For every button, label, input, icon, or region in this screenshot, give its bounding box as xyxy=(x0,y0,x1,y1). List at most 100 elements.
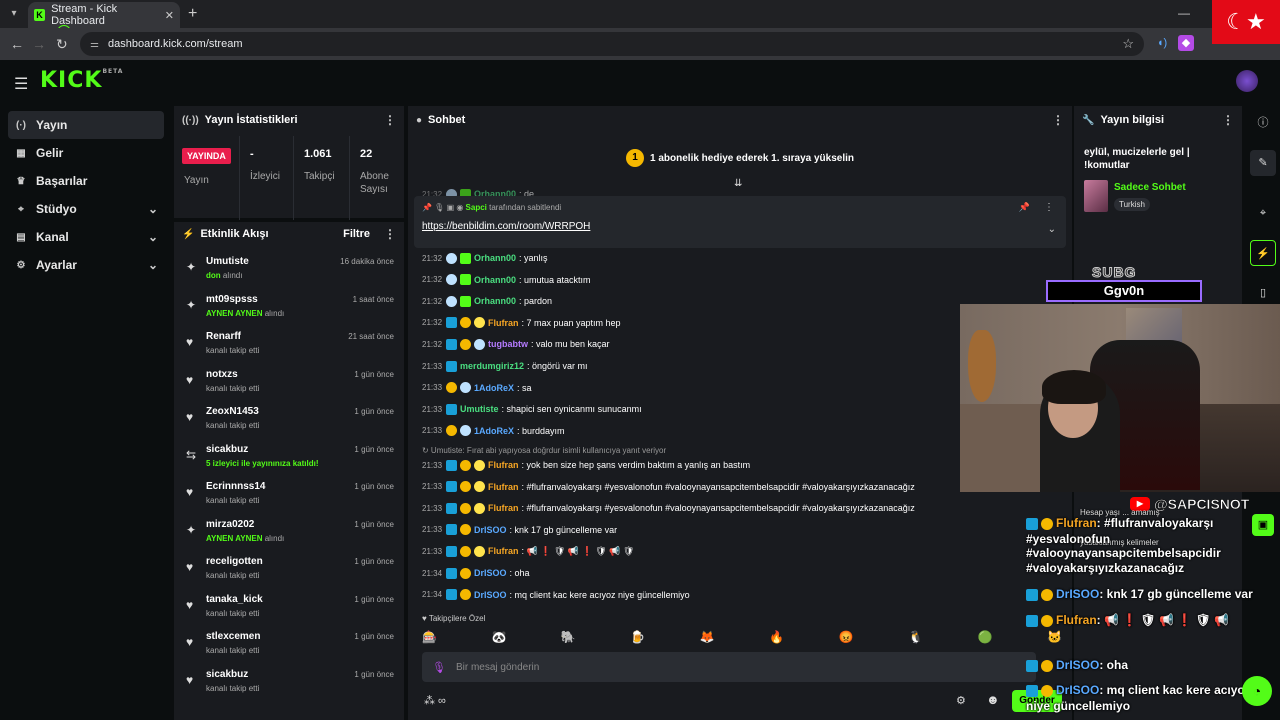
scroll-down-icon[interactable]: ⇊ xyxy=(734,178,742,189)
chat-username[interactable]: DrISOO xyxy=(474,525,507,535)
overlay-chat-line: DrISOO: knk 17 gb güncelleme var xyxy=(1026,587,1253,601)
chat-message[interactable]: 21:33 Umutiste: shapici sen oynicanmı sun… xyxy=(422,401,642,417)
emote-icon[interactable]: 🎰 xyxy=(422,630,437,646)
pinned-link[interactable]: https://benbildim.com/room/WRRPOH xyxy=(422,221,590,232)
emote-icon[interactable]: 🔥 xyxy=(769,630,784,646)
chat-message[interactable]: 21:32 Orhann00: pardon xyxy=(422,293,552,309)
chat-message[interactable]: 21:34 DrISOO: mq client kac kere acıyoz n… xyxy=(422,587,690,603)
document-icon[interactable]: ▯ xyxy=(1250,280,1276,306)
chat-username[interactable]: Flufran xyxy=(488,460,519,470)
activity-item[interactable]: ♥ notxzs kanalı takip etti 1 gün önce xyxy=(174,363,404,400)
activity-item[interactable]: ♥ Ecrinnnss14 kanalı takip etti 1 gün önce xyxy=(174,475,404,512)
edit-icon[interactable]: ✎ xyxy=(1250,150,1276,176)
activity-item[interactable]: ♥ tanaka_kick kanalı takip etti 1 gün önce xyxy=(174,588,404,625)
chat-username[interactable]: 1AdoReX xyxy=(474,383,514,393)
nav-item-yayin[interactable]: (·) Yayın xyxy=(8,111,164,139)
nav-item-ayarlar[interactable]: ⚙ Ayarlar ⌄ xyxy=(8,251,164,279)
reload-icon[interactable]: ↻ xyxy=(56,36,68,53)
emote-icon[interactable]: 🦊 xyxy=(700,630,715,646)
activity-item[interactable]: ♥ sicakbuz kanalı takip etti 1 gün önce xyxy=(174,663,404,700)
chat-message[interactable]: 21:33 Flufran: 📢 ❗ 🛡 📢 ❗ 🛡 📢 🛡 xyxy=(422,543,634,559)
emote-icon[interactable]: 🐧 xyxy=(908,630,923,646)
activity-item[interactable]: ✦ mirza0202 AYNEN AYNEN alındı 1 gün önce xyxy=(174,513,404,550)
tab-search-icon[interactable]: ▾ xyxy=(6,6,22,22)
chat-username[interactable]: DrISOO xyxy=(474,590,507,600)
chat-message[interactable]: 21:33 Flufran: #flufranvaloyakarşı #yesva… xyxy=(422,479,915,495)
chat-message[interactable]: 21:32 tugbabtw: valo mu ben kaçar xyxy=(422,336,610,352)
activity-item[interactable]: ♥ receligotten kanalı takip etti 1 gün önce xyxy=(174,550,404,587)
pin-icon[interactable]: 📌 xyxy=(1019,202,1030,213)
activity-item[interactable]: ✦ mt09spsss AYNEN AYNEN alındı 1 saat önce xyxy=(174,288,404,325)
activity-item[interactable]: ♥ Renarff kanalı takip etti 21 saat önce xyxy=(174,325,404,362)
extension-purple-icon[interactable]: ◆ xyxy=(1178,35,1194,51)
chat-username[interactable]: Flufran xyxy=(488,546,519,556)
activity-item[interactable]: ♥ stlexcemen kanalı takip etti 1 gün önce xyxy=(174,625,404,662)
filter-button[interactable]: Filtre xyxy=(343,228,370,240)
more-options-icon[interactable]: ⋮ xyxy=(1044,202,1054,213)
more-options-icon[interactable]: ⋮ xyxy=(384,227,396,241)
chat-username[interactable]: merdumgiriz12 xyxy=(460,361,524,371)
chat-message[interactable]: 21:33 merdumgiriz12: öngörü var mı xyxy=(422,358,588,374)
gear-icon: ⚙ xyxy=(16,259,26,271)
chat-username[interactable]: Orhann00 xyxy=(474,296,516,306)
more-options-icon[interactable]: ⋮ xyxy=(384,113,396,127)
user-avatar[interactable] xyxy=(1236,70,1258,92)
chat-message[interactable]: 21:34 DrISOO: oha xyxy=(422,565,530,581)
activity-item[interactable]: ♥ ZeoxN1453 kanalı takip etti 1 gün önce xyxy=(174,400,404,437)
more-options-icon[interactable]: ⋮ xyxy=(1052,113,1064,127)
chat-fab-icon[interactable]: ◔ xyxy=(1242,676,1272,706)
more-options-icon[interactable]: ⋮ xyxy=(1222,113,1234,127)
chat-username[interactable]: Orhann00 xyxy=(474,253,516,263)
nav-item-basarilar[interactable]: ♛ Başarılar xyxy=(8,167,164,195)
tab-close-icon[interactable]: ✕ xyxy=(165,9,174,22)
gift-sub-banner[interactable]: 1 1 abonelik hediye ederek 1. sıraya yük… xyxy=(408,136,1072,180)
chat-message[interactable]: 21:32 Orhann00: umutua atacktım xyxy=(422,272,591,288)
chat-message[interactable]: 21:32 Orhann00: yanlış xyxy=(422,250,548,266)
activity-item[interactable]: ✦ Umutiste don alındı 16 dakika önce xyxy=(174,250,404,287)
chat-username[interactable]: Flufran xyxy=(488,482,519,492)
extension-translate-icon[interactable]: ◖) xyxy=(1154,35,1170,51)
activity-time: 1 gün önce xyxy=(354,594,394,604)
menu-icon[interactable]: ☰ xyxy=(14,74,28,94)
chat-message[interactable]: 21:33 1AdoReX: burddayım xyxy=(422,423,565,439)
chat-message[interactable]: 21:33 1AdoReX: sa xyxy=(422,380,532,396)
minimize-icon[interactable]: — xyxy=(1178,6,1190,20)
back-icon[interactable]: ← xyxy=(10,36,24,52)
gear-icon[interactable]: ⚙ xyxy=(956,694,966,707)
kick-logo[interactable]: KICKBETA xyxy=(40,68,123,93)
nav-item-gelir[interactable]: ▦ Gelir xyxy=(8,139,164,167)
chat-username[interactable]: Flufran xyxy=(488,503,519,513)
chat-points-icon[interactable]: ⁂ ∞ xyxy=(424,694,446,707)
chat-username[interactable]: Flufran xyxy=(488,318,519,328)
nav-item-kanal[interactable]: ▤ Kanal ⌄ xyxy=(8,223,164,251)
chat-message[interactable]: 21:33 Flufran: yok ben size hep şans verd… xyxy=(422,457,750,473)
activity-item[interactable]: ⇆ sicakbuz 5 izleyici ile yayınınıza katıl… xyxy=(174,438,404,475)
new-tab-icon[interactable]: + xyxy=(188,5,197,23)
emote-icon[interactable]: 🐱 xyxy=(1047,630,1062,646)
chat-username[interactable]: Umutiste xyxy=(460,404,499,414)
chat-username[interactable]: DrISOO xyxy=(474,568,507,578)
bookmark-star-icon[interactable]: ☆ xyxy=(1122,36,1134,52)
info-icon[interactable]: ⓘ xyxy=(1250,110,1276,136)
chat-message[interactable]: 21:32 Flufran: 7 max puan yaptım hep xyxy=(422,315,621,331)
chat-username[interactable]: 1AdoReX xyxy=(474,426,514,436)
chat-message[interactable]: 21:33 DrISOO: knk 17 gb güncelleme var xyxy=(422,522,617,538)
chat-message[interactable]: 21:33 Flufran: #flufranvaloyakarşı #yesva… xyxy=(422,500,915,516)
url-input[interactable]: ⚌ dashboard.kick.com/stream ☆ xyxy=(80,32,1144,56)
chat-message-input[interactable]: 🎙 Bir mesaj gönderin xyxy=(422,652,1036,682)
chat-username[interactable]: tugbabtw xyxy=(488,339,528,349)
lightning-icon[interactable]: ⚡ xyxy=(1250,240,1276,266)
category-link[interactable]: Sadece Sohbet xyxy=(1114,182,1186,193)
site-settings-icon[interactable]: ⚌ xyxy=(90,39,100,50)
emote-icon[interactable]: 🟢 xyxy=(978,630,993,646)
forward-icon[interactable]: → xyxy=(32,36,46,52)
emote-icon[interactable]: 🐼 xyxy=(491,630,506,646)
emote-icon[interactable]: 😡 xyxy=(839,630,854,646)
nav-item-studyo[interactable]: ⌖ Stüdyo ⌄ xyxy=(8,195,164,223)
emote-picker-icon[interactable]: ☻ xyxy=(986,692,1000,707)
emote-icon[interactable]: 🍺 xyxy=(630,630,645,646)
chevron-down-icon[interactable]: ⌄ xyxy=(1048,224,1056,235)
chat-username[interactable]: Orhann00 xyxy=(474,275,516,285)
focus-icon[interactable]: ⌖ xyxy=(1250,200,1276,226)
emote-icon[interactable]: 🐘 xyxy=(561,630,576,646)
